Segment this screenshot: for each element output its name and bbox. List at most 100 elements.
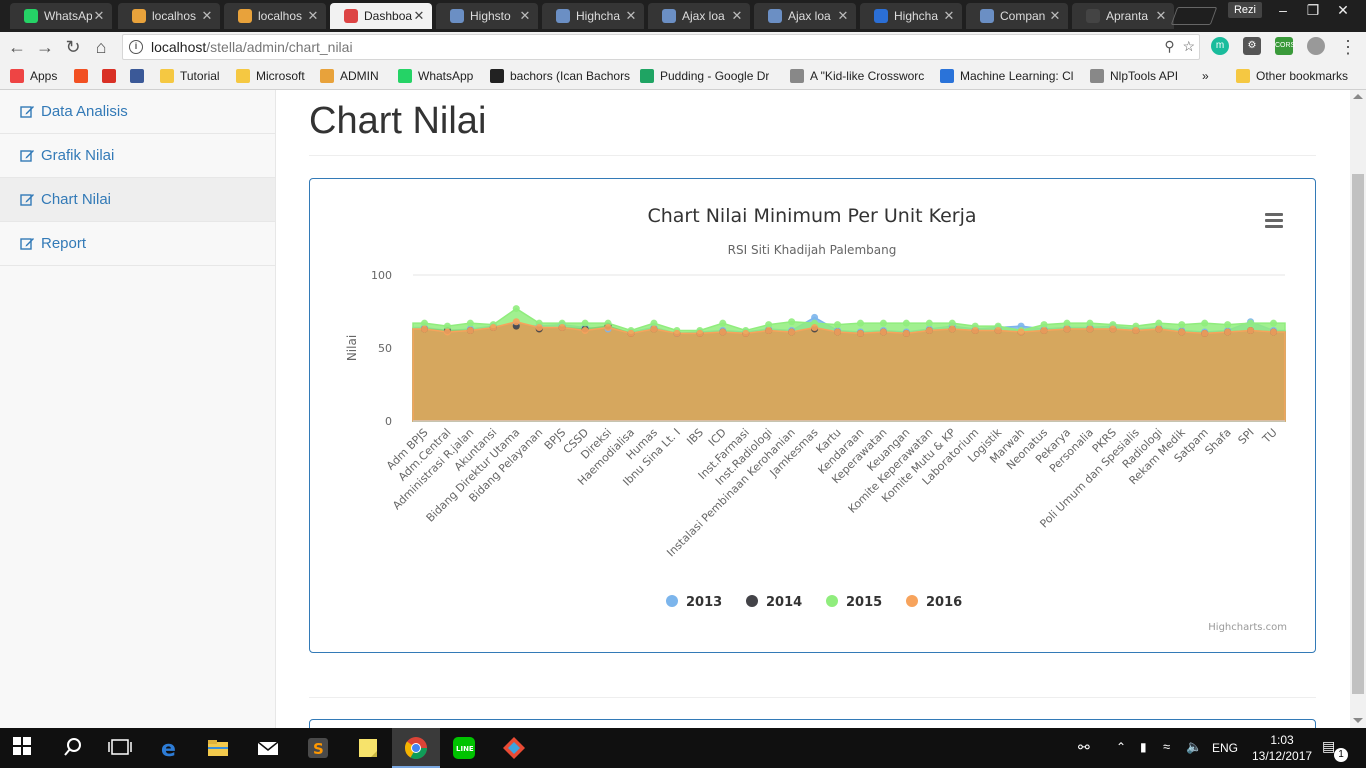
people-icon[interactable]: ⚯ (1078, 739, 1090, 756)
site-info-icon[interactable]: i (129, 40, 143, 54)
profile-button[interactable]: Rezi (1228, 2, 1262, 18)
bookmark-item[interactable]: A "Kid-like Crossworc (790, 68, 924, 84)
battery-icon[interactable]: ▮ (1140, 740, 1147, 754)
extension-m-icon[interactable]: m (1211, 37, 1229, 55)
file-explorer-icon[interactable] (206, 736, 230, 760)
tab-close-icon[interactable]: ✕ (1154, 8, 1168, 24)
bookmark-item[interactable]: Other bookmarks (1236, 68, 1348, 84)
tab-close-icon[interactable]: ✕ (518, 8, 532, 24)
windows-start-icon[interactable] (12, 736, 36, 760)
tab-close-icon[interactable]: ✕ (942, 8, 956, 24)
bookmark-item[interactable] (102, 68, 122, 84)
browser-tab[interactable]: Highcha ✕ (542, 3, 644, 29)
browser-tab[interactable]: WhatsAp ✕ (10, 3, 112, 29)
browser-tab[interactable]: Compan ✕ (966, 3, 1068, 29)
bookmark-item[interactable]: NlpTools API (1090, 68, 1178, 84)
legend-item-2013[interactable]: 2013 (666, 595, 722, 610)
mail-icon[interactable] (256, 736, 280, 760)
bookmark-item[interactable]: Machine Learning: Cl (940, 68, 1073, 84)
sidebar-item-data-analisis[interactable]: Data Analisis (0, 90, 275, 134)
git-tool-icon[interactable] (502, 736, 526, 760)
bookmark-label: ADMIN (340, 69, 379, 83)
language-indicator[interactable]: ENG (1212, 741, 1238, 755)
restore-icon[interactable]: ❐ (1298, 0, 1328, 20)
data-point-2016 (1017, 328, 1025, 336)
scroll-up-icon[interactable] (1353, 94, 1363, 99)
browser-tab[interactable]: Highcha ✕ (860, 3, 962, 29)
sidebar-item-chart-nilai[interactable]: Chart Nilai (0, 178, 275, 222)
clock[interactable]: 1:03 13/12/2017 (1252, 732, 1312, 764)
bookmark-item[interactable]: Pudding - Google Dr (640, 68, 769, 84)
forward-icon[interactable]: → (34, 36, 56, 58)
legend-item-2015[interactable]: 2015 (826, 595, 882, 610)
volume-icon[interactable]: 🔈 (1186, 739, 1202, 755)
minimize-icon[interactable]: – (1268, 0, 1298, 20)
bookmark-item[interactable] (74, 68, 94, 84)
bookmarks-overflow-button[interactable]: » (1202, 68, 1209, 84)
extension-gear-icon[interactable]: ⚙ (1243, 37, 1261, 55)
tab-close-icon[interactable]: ✕ (624, 8, 638, 24)
browser-tab[interactable]: Dashboa ✕ (330, 3, 432, 29)
bookmark-item[interactable]: Apps (10, 68, 57, 84)
home-icon[interactable]: ⌂ (90, 36, 112, 58)
browser-tab[interactable]: localhos ✕ (118, 3, 220, 29)
tab-close-icon[interactable]: ✕ (730, 8, 744, 24)
data-point-2015 (879, 319, 887, 327)
tab-close-icon[interactable]: ✕ (836, 8, 850, 24)
bookmark-item[interactable] (130, 68, 150, 84)
line-app-icon[interactable]: LINE (452, 736, 476, 760)
tab-close-icon[interactable]: ✕ (1048, 8, 1062, 24)
bookmark-item[interactable]: Tutorial (160, 68, 220, 84)
data-point-2016 (1155, 325, 1163, 333)
bookmark-item[interactable]: WhatsApp (398, 68, 473, 84)
chart-credits[interactable]: Highcharts.com (1208, 622, 1287, 633)
extension-cors-icon[interactable]: CORS (1275, 37, 1295, 55)
legend-item-2014[interactable]: 2014 (746, 595, 802, 610)
legend-item-2016[interactable]: 2016 (906, 595, 962, 610)
tab-close-icon[interactable]: ✕ (200, 8, 214, 24)
section-divider (309, 697, 1316, 698)
bookmark-item[interactable]: ADMIN (320, 68, 379, 84)
edge-browser-icon[interactable]: e (158, 736, 182, 762)
address-bar[interactable]: i localhost/stella/admin/chart_nilai ⚲ ☆ (122, 34, 1200, 60)
scroll-down-icon[interactable] (1353, 718, 1363, 723)
tray-expand-icon[interactable]: ⌃ (1116, 740, 1126, 754)
browser-tab[interactable]: Apranta ✕ (1072, 3, 1174, 29)
task-view-icon[interactable] (108, 736, 132, 760)
browser-tab[interactable]: Ajax loa ✕ (754, 3, 856, 29)
sublime-text-icon[interactable]: S (306, 736, 330, 760)
chart-menu-icon[interactable] (1265, 213, 1283, 228)
back-icon[interactable]: ← (6, 36, 28, 58)
data-point-2016 (1178, 328, 1186, 336)
browser-tab[interactable]: localhos ✕ (224, 3, 326, 29)
sidebar-item-report[interactable]: Report (0, 222, 275, 266)
bookmark-item[interactable]: Microsoft (236, 68, 305, 84)
sidebar-item-grafik-nilai[interactable]: Grafik Nilai (0, 134, 275, 178)
data-point-2016 (788, 328, 796, 336)
reload-icon[interactable]: ↻ (62, 36, 84, 58)
search-icon[interactable] (62, 736, 86, 760)
browser-tab[interactable]: Ajax loa ✕ (648, 3, 750, 29)
zoom-icon[interactable]: ⚲ (1164, 38, 1174, 54)
tab-close-icon[interactable]: ✕ (412, 8, 426, 24)
chrome-icon[interactable] (404, 736, 428, 760)
new-tab-button[interactable] (1170, 7, 1218, 25)
browser-tab[interactable]: Highsto ✕ (436, 3, 538, 29)
extension-chat-icon[interactable] (1307, 37, 1325, 55)
sidebar-item-label: Grafik Nilai (41, 147, 115, 164)
sticky-notes-icon[interactable] (356, 736, 380, 760)
bookmark-item[interactable]: bachors (Ican Bachors (490, 68, 630, 84)
tab-close-icon[interactable]: ✕ (92, 8, 106, 24)
browser-menu-icon[interactable]: ⋮ (1337, 36, 1359, 58)
data-point-2016 (1063, 325, 1071, 333)
bookmark-favicon-icon (490, 69, 504, 83)
bookmark-star-icon[interactable]: ☆ (1182, 38, 1195, 54)
tab-close-icon[interactable]: ✕ (306, 8, 320, 24)
bookmark-label: Pudding - Google Dr (660, 69, 770, 83)
page-scrollbar[interactable] (1350, 90, 1366, 728)
wifi-icon[interactable]: ≈ (1163, 739, 1170, 754)
chart-svg: Chart Nilai Minimum Per Unit Kerja RSI Si… (345, 205, 1287, 633)
scrollbar-thumb[interactable] (1352, 174, 1364, 694)
close-window-icon[interactable]: ✕ (1328, 0, 1358, 20)
tab-favicon-icon (662, 9, 676, 23)
